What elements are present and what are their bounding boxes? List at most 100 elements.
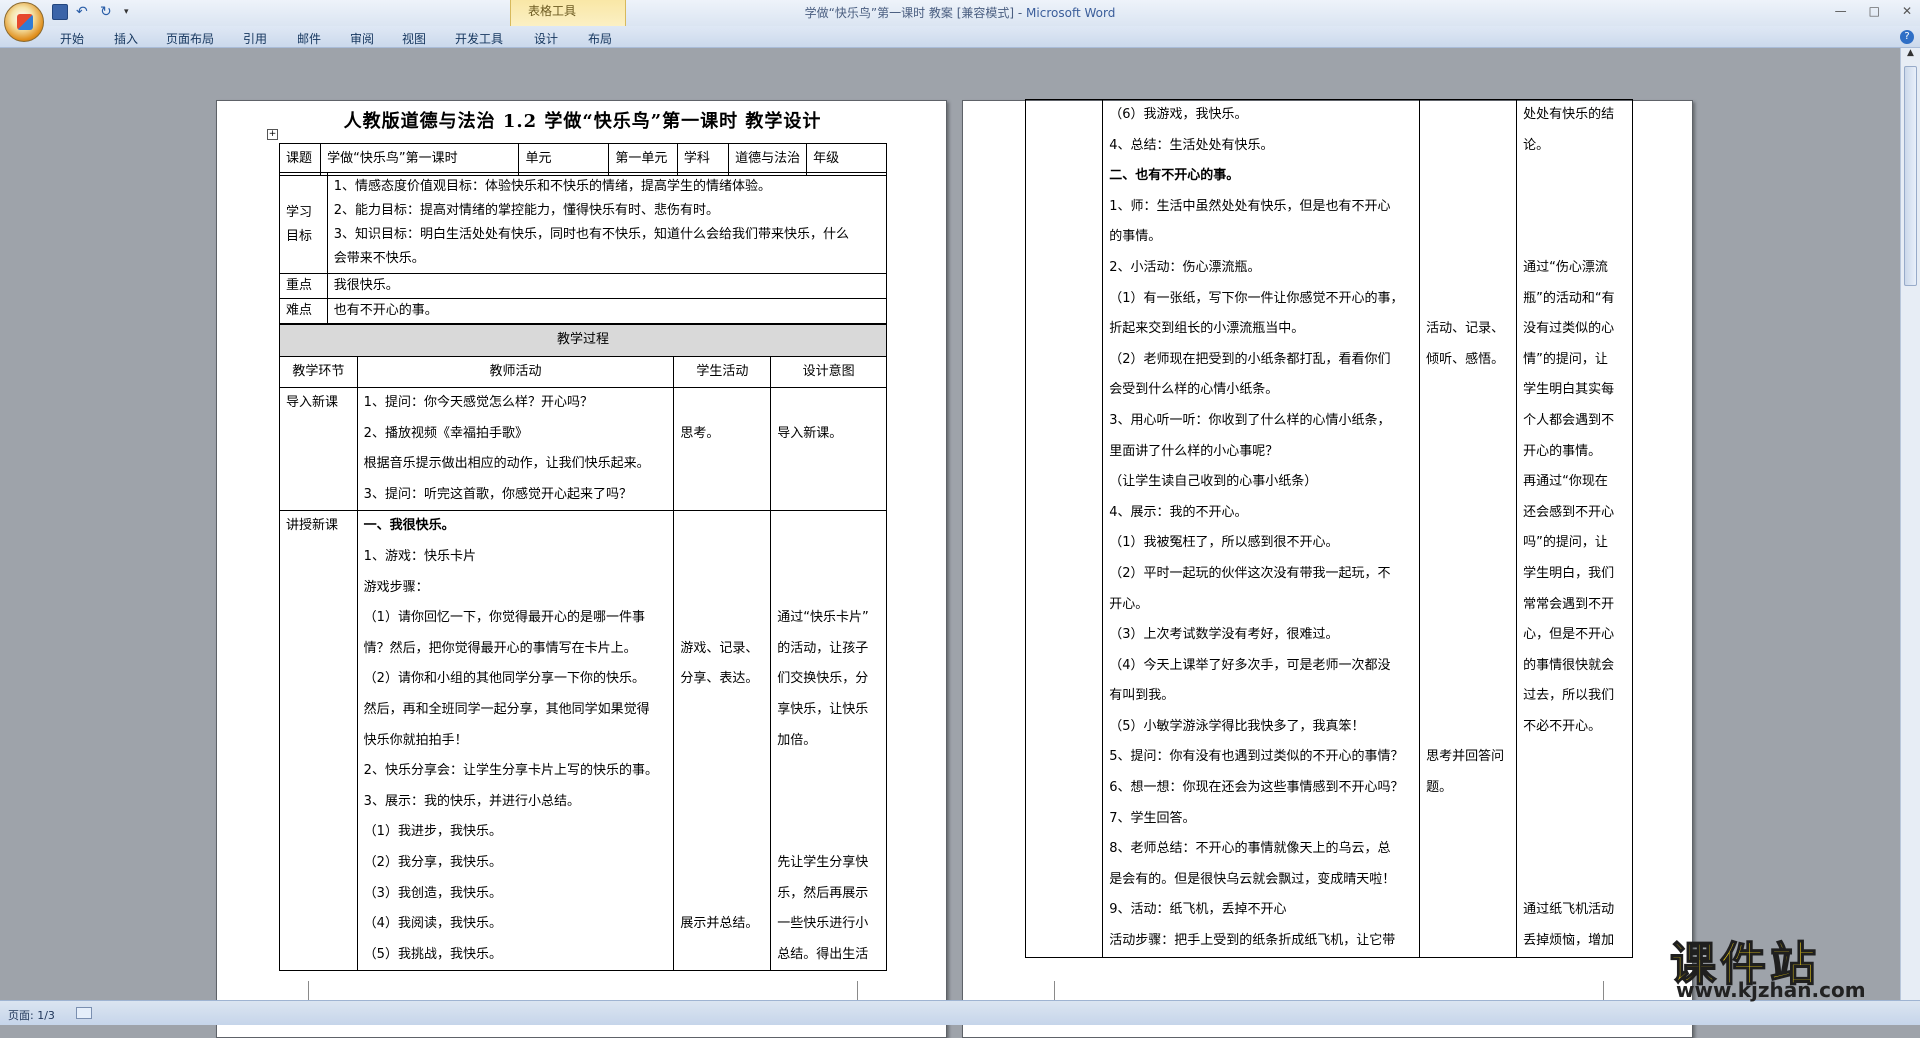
- cell-line: 是会有的。但是很快乌云就会飘过，变成晴天啦！: [1109, 871, 1396, 887]
- cell-line: [1426, 406, 1510, 437]
- cell-line: [1523, 222, 1626, 253]
- cell-line: 展示并总结。: [680, 916, 759, 932]
- cell-line: [1426, 559, 1510, 590]
- lecture-stage: 讲授新课: [279, 510, 358, 972]
- scroll-up-icon[interactable]: ▲: [1901, 48, 1920, 64]
- cell-line: 1、师：生活中虽然处处有快乐，但是也有不开心: [1109, 198, 1391, 214]
- cell-line: （1）我被冤枉了，所以感到很不开心。: [1109, 535, 1339, 551]
- cell-line: 倾听、感悟。: [1426, 351, 1505, 367]
- cell-line: [680, 726, 764, 757]
- goal-line: 会带来不快乐。: [333, 251, 425, 266]
- tab-insert[interactable]: 插入: [114, 30, 138, 47]
- cell-line: （3）我创造，我快乐。: [363, 885, 502, 901]
- grade-label: 年级: [806, 143, 887, 176]
- col-header-intent: 设计意图: [770, 355, 887, 388]
- intro-student-line: [680, 449, 764, 480]
- lecture-row: 讲授新课 一、我很快乐。 1、游戏：快乐卡片 游戏步骤： （1）请你回忆一下，你觉得最…: [279, 510, 887, 972]
- cell-line: [1426, 192, 1510, 223]
- column-header-row: 教学环节 教师活动 学生活动 设计意图: [279, 355, 887, 388]
- title-bar: ↶ ↻ ▾ 学做“快乐鸟”第一课时 教案 [兼容模式] - Microsoft …: [0, 0, 1920, 26]
- maximize-button[interactable]: □: [1869, 4, 1880, 18]
- page-1: 人教版道德与法治 1.2 学做“快乐鸟”第一课时 教学设计 + 课题 学做“快乐…: [216, 100, 947, 1038]
- unit-value: 第一单元: [608, 143, 678, 176]
- cell-line: 不必不开心。: [1523, 718, 1602, 734]
- cell-line: 享快乐，让快乐: [777, 701, 869, 717]
- help-icon[interactable]: ?: [1900, 30, 1914, 44]
- cell-line: 2、快乐分享会：让学生分享卡片上写的快乐的事。: [363, 763, 658, 779]
- document-area: 人教版道德与法治 1.2 学做“快乐鸟”第一课时 教学设计 + 课题 学做“快乐…: [0, 48, 1900, 1038]
- tab-view[interactable]: 视图: [402, 30, 426, 47]
- cell-line: 4、展示：我的不开心。: [1109, 504, 1248, 520]
- cell-line: （2）我分享，我快乐。: [363, 854, 502, 870]
- topic-label: 课题: [278, 143, 322, 176]
- scroll-thumb[interactable]: [1904, 66, 1917, 286]
- cell-line: [1523, 804, 1626, 835]
- window-title: 学做“快乐鸟”第一课时 教案 [兼容模式] - Microsoft Word: [804, 6, 1116, 20]
- tab-mailings[interactable]: 邮件: [297, 30, 321, 47]
- topic-value: 学做“快乐鸟”第一课时: [320, 143, 520, 176]
- cell-line: [1523, 161, 1626, 192]
- cell-line: [1426, 681, 1510, 712]
- cell-line: [1523, 865, 1626, 896]
- cell-line: [1426, 161, 1510, 192]
- subject-value: 道德与法治: [728, 143, 808, 176]
- cell-line: 1、游戏：快乐卡片: [363, 548, 476, 564]
- cell-line: [1426, 253, 1510, 284]
- tab-developer[interactable]: 开发工具: [455, 30, 503, 47]
- vertical-scrollbar[interactable]: ▲: [1900, 48, 1920, 1000]
- cell-line: 没有过类似的心: [1523, 321, 1615, 337]
- proofing-icon[interactable]: [76, 1007, 92, 1019]
- lecture-teacher: 一、我很快乐。 1、游戏：快乐卡片 游戏步骤： （1）请你回忆一下，你觉得最开心的是哪…: [356, 510, 675, 972]
- intro-student: 思考。: [673, 386, 772, 512]
- goal-line: 1、情感态度价值观目标：体验快乐和不快乐的情绪，提高学生的情绪体验。: [333, 179, 772, 194]
- lecture-intent: 通过“快乐卡片” 的活动，让孩子 们交换快乐，分 享快乐，让快乐 加倍。 先让学生分享快乐…: [770, 510, 887, 972]
- cell-line: 9、活动：纸飞机，丢掉不开心: [1109, 902, 1287, 918]
- cell-line: 7、学生回答。: [1109, 810, 1196, 826]
- cell-line: 先让学生分享快: [777, 854, 869, 870]
- lecture-student: 游戏、记录、 分享、表达。 展示并总结。: [673, 510, 772, 972]
- tab-layout[interactable]: 布局: [588, 30, 612, 47]
- cell-line: [1426, 222, 1510, 253]
- table-move-handle-icon[interactable]: +: [267, 129, 278, 140]
- goal-line: 3、知识目标：明白生活处处有快乐，同时也有不快乐，知道什么会给我们带来快乐，什么: [333, 227, 850, 242]
- lecture-row-continued: （6）我游戏，我快乐。 4、总结：生活处处有快乐。 二、也有不开心的事。 1、师：生活…: [1024, 99, 1633, 958]
- process-table-continued: （6）我游戏，我快乐。 4、总结：生活处处有快乐。 二、也有不开心的事。 1、师：生活…: [1024, 99, 1633, 958]
- tab-review[interactable]: 审阅: [350, 30, 374, 47]
- tab-page-layout[interactable]: 页面布局: [166, 30, 214, 47]
- cell-line: 过去，所以我们: [1523, 688, 1615, 704]
- tab-references[interactable]: 引用: [243, 30, 267, 47]
- lecture-intent-continued: 处处有快乐的结 论。 通过“伤心漂流 瓶”的活动和“有 没有过类似的心 情”的提问，让 学生…: [1516, 99, 1633, 958]
- cell-line: [680, 512, 764, 542]
- cell-line: [1426, 834, 1510, 865]
- cell-line: 个人都会遇到不: [1523, 412, 1615, 428]
- cell-line: 4、总结：生活处处有快乐。: [1109, 137, 1274, 153]
- office-button[interactable]: [4, 2, 44, 42]
- minimize-button[interactable]: —: [1835, 4, 1847, 18]
- cell-line: [1426, 437, 1510, 468]
- goal-line: 2、能力目标：提高对情绪的掌控能力，懂得快乐有时、悲伤有时。: [333, 203, 720, 218]
- cell-line: （1）有一张纸，写下你一件让你感觉不开心的事，: [1109, 290, 1404, 306]
- ribbon-tabs: 开始 插入 页面布局 引用 邮件 审阅 视图 开发工具 设计 布局: [0, 26, 1920, 48]
- cell-line: [777, 573, 880, 604]
- goals-table: 学习 目标 1、情感态度价值观目标：体验快乐和不快乐的情绪，提高学生的情绪体验。…: [279, 172, 888, 324]
- page-count[interactable]: 页面: 1/3: [8, 1007, 55, 1023]
- cell-line: 还会感到不开心: [1523, 504, 1615, 520]
- tab-home[interactable]: 开始: [60, 30, 84, 47]
- cell-line: 3、用心听一听：你收到了什么样的心情小纸条，: [1109, 412, 1391, 428]
- page-2: （6）我游戏，我快乐。 4、总结：生活处处有快乐。 二、也有不开心的事。 1、师：生活…: [962, 99, 1693, 1038]
- close-button[interactable]: ✕: [1902, 4, 1912, 18]
- cell-line: 一、我很快乐。: [363, 518, 455, 534]
- cell-line: 学生明白其实每: [1523, 382, 1615, 398]
- tab-design[interactable]: 设计: [534, 30, 558, 47]
- cell-line: 思考并回答问: [1426, 749, 1505, 765]
- goals-text: 1、情感态度价值观目标：体验快乐和不快乐的情绪，提高学生的情绪体验。 2、能力目…: [326, 172, 888, 274]
- key-value: 我很快乐。: [326, 273, 888, 299]
- cell-line: [1523, 773, 1626, 804]
- cell-line: （6）我游戏，我快乐。: [1109, 107, 1248, 122]
- cell-line: [680, 940, 764, 970]
- cell-line: 吗”的提问，让: [1523, 535, 1608, 551]
- cell-line: 的事情很快就会: [1523, 657, 1615, 673]
- cell-line: （让学生读自己收到的心事小纸条）: [1109, 474, 1318, 490]
- cell-line: [1426, 895, 1510, 926]
- watermark-url: www.kjzhan.com: [1676, 978, 1866, 1002]
